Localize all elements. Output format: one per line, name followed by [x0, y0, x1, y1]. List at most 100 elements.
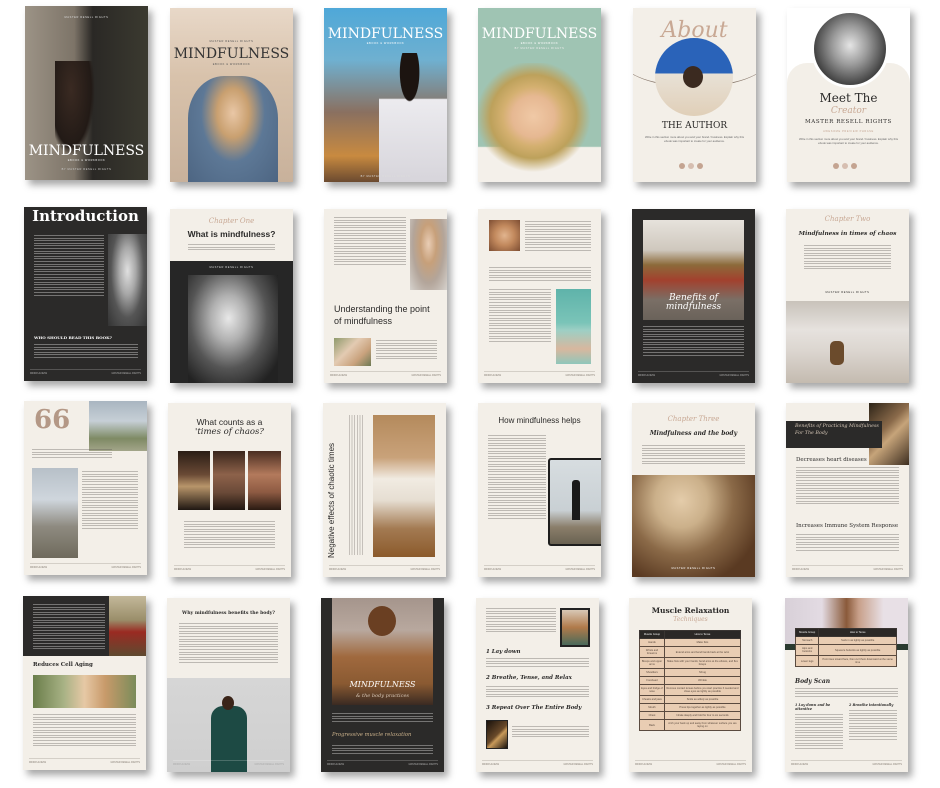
- pinterest-icon[interactable]: [851, 163, 857, 169]
- table-row: Cheeks and jaws Smile as widely as possib…: [639, 695, 742, 704]
- text-block: [795, 688, 898, 698]
- page-how-helps[interactable]: How mindfulness helps MINDFULNESS MASTER …: [478, 403, 601, 577]
- why-body-title: Why mindfulness benefits the body?: [182, 611, 275, 616]
- cell-how-to-tense: Squeeze buttocks as tightly as possible: [818, 644, 897, 656]
- twitter-icon[interactable]: [833, 163, 839, 169]
- instagram-icon[interactable]: [688, 163, 694, 169]
- page-mindfulness-text[interactable]: MINDFULNESS MASTER RESELL RIGHTS: [478, 209, 601, 383]
- cell-muscle-group: Stomach: [794, 636, 820, 645]
- banner-title: Benefits of Practicing Mindfulness For T…: [795, 424, 879, 436]
- page-footer: MINDFULNESS MASTER RESELL RIGHTS: [327, 760, 438, 766]
- photo-woman-looking-up: [410, 219, 447, 290]
- pmr-title: MINDFULNESS: [349, 680, 416, 689]
- cover-subtitle: EBOOK & WORKBOOK: [366, 42, 405, 45]
- text-block-3: [489, 289, 551, 343]
- photo-woman-fence: [32, 468, 78, 558]
- cell-how-to-tense: Inhale deeply and hold for four to six s…: [663, 711, 742, 720]
- page-cover-4[interactable]: MINDFULNESS EBOOK & WORKBOOK BY MASTER R…: [478, 8, 601, 182]
- page-muscle-relaxation[interactable]: Muscle Relaxation Techniques Muscle Grou…: [629, 598, 752, 772]
- page-about-author[interactable]: About THE AUTHOR Write in this section m…: [633, 8, 756, 182]
- page-pmr-steps[interactable]: 1 Lay down 2 Breathe, Tense, and Relax 3…: [476, 598, 599, 772]
- table-row: Eyes and bridge of nose Remove contact le…: [639, 684, 742, 696]
- text-block: [525, 221, 591, 252]
- social-icons: [679, 163, 703, 169]
- chapter-brand: MASTER RESELL RIGHTS: [209, 266, 254, 269]
- pinterest-icon[interactable]: [697, 163, 703, 169]
- body-scan-title: Body Scan: [795, 678, 831, 685]
- page-chapter-three[interactable]: Chapter Three Mindfulness and the body M…: [632, 403, 755, 577]
- negative-title: Negative effects of chaotic times: [327, 442, 336, 558]
- cell-how-to-tense: Extend arms and bend hands back at the w…: [663, 646, 742, 658]
- cell-muscle-group: Lower legs: [794, 655, 820, 667]
- page-footer: MINDFULNESS MASTER RESELL RIGHTS: [30, 369, 141, 375]
- creator-subline: AWESOME PREVIEW PHRASE: [823, 130, 874, 133]
- page-times-of-chaos[interactable]: What counts as a 'times of chaos? MINDFU…: [168, 403, 291, 577]
- table-row: Stomach Suck in as tightly as possible: [794, 636, 897, 645]
- intro-heading: WHO SHOULD READ THIS BOOK?: [34, 335, 112, 340]
- photo-arm-tattoo: [213, 451, 245, 510]
- step-1-heading: 1 Lay down: [486, 649, 521, 655]
- cell-how-to-tense: Suck in as tightly as possible: [818, 636, 897, 645]
- page-chapter-two[interactable]: Chapter Two Mindfulness in times of chao…: [786, 209, 909, 383]
- text-block: [796, 467, 899, 506]
- page-footer: MINDFULNESS MASTER RESELL RIGHTS: [791, 760, 902, 766]
- text-block: [334, 217, 406, 266]
- chapter-script: Chapter One: [208, 217, 255, 225]
- page-chapter-one[interactable]: Chapter One What is mindfulness? MASTER …: [170, 209, 293, 383]
- page-cover-2[interactable]: MASTER RESELL RIGHTS MINDFULNESS EBOOK &…: [170, 8, 293, 182]
- page-footer: MINDFULNESS MASTER RESELL RIGHTS: [638, 371, 749, 377]
- cell-muscle-group: Hands: [639, 638, 665, 647]
- step-2-heading: 2 Breathe, Tense, and Relax: [486, 675, 572, 681]
- cover-byline: BY MASTER RESELL RIGHTS: [514, 47, 565, 50]
- page-body-scan[interactable]: Muscle Group How to Tense Stomach Suck in…: [785, 598, 908, 772]
- creator-body: Write in this section more about you and…: [799, 137, 898, 145]
- cell-how-to-tense: Wrinkle: [663, 676, 742, 685]
- cell-muscle-group: Back: [639, 719, 665, 731]
- cover-photo-woman-water: [478, 63, 601, 182]
- intro-text-block: [34, 235, 104, 297]
- creator-title: Meet The: [819, 91, 878, 105]
- page-meet-creator[interactable]: Meet The Creator MASTER RESELL RIGHTS AW…: [787, 8, 910, 182]
- cell-how-to-tense: Arch your back up and away from whatever…: [663, 719, 742, 731]
- cell-muscle-group: Eyes and bridge of nose: [639, 684, 665, 696]
- text-block: [184, 521, 275, 550]
- author-circle-photo: [655, 38, 733, 116]
- cover-subtitle: EBOOK & WORKBOOK: [67, 159, 106, 162]
- cover-photo-woman-city: [379, 53, 447, 182]
- cover-byline: BY MASTER RESELL RIGHTS: [61, 168, 112, 171]
- cell-muscle-group: Mouth: [639, 703, 665, 712]
- page-body-benefits[interactable]: Benefits of Practicing Mindfulness For T…: [786, 403, 909, 577]
- page-cover-1[interactable]: MASTER RESELL RIGHTS MINDFULNESS EBOOK &…: [25, 6, 148, 180]
- instagram-icon[interactable]: [842, 163, 848, 169]
- understanding-title: Understanding the point of mindfulness: [334, 304, 430, 326]
- chaos-title-line2: 'times of chaos?: [195, 427, 264, 437]
- page-negative-effects[interactable]: Negative effects of chaotic times MINDFU…: [323, 403, 446, 577]
- page-footer: MINDFULNESS MASTER RESELL RIGHTS: [635, 760, 746, 766]
- page-benefits[interactable]: Benefits of mindfulness MINDFULNESS MASTE…: [632, 209, 755, 383]
- text-block-2: [82, 471, 138, 531]
- muscle-table: Muscle Group How to Tense Hands Make fist…: [639, 630, 742, 731]
- page-introduction[interactable]: Introduction WHO SHOULD READ THIS BOOK? …: [24, 207, 147, 381]
- page-understanding[interactable]: Understanding the point of mindfulness M…: [324, 209, 447, 383]
- body-scan-table: Muscle Group How to Tense Stomach Suck in…: [794, 628, 897, 667]
- text-block: [643, 326, 744, 357]
- cell-how-to-tense: Remove contact lenses before you start p…: [663, 684, 742, 696]
- page-quote[interactable]: 66 MINDFULNESS MASTER RESELL RIGHTS: [24, 401, 147, 575]
- text-block: [486, 608, 556, 634]
- cover-title: MINDFULNESS: [173, 46, 290, 62]
- twitter-icon[interactable]: [679, 163, 685, 169]
- intro-photo-woman-bw: [108, 234, 147, 326]
- cell-how-to-tense: Make fists: [663, 638, 742, 647]
- page-cell-aging[interactable]: Reduces Cell Aging MINDFULNESS MASTER RES…: [23, 596, 146, 770]
- page-why-body[interactable]: Why mindfulness benefits the body? MINDF…: [167, 598, 290, 772]
- photo-two-women: [334, 338, 371, 366]
- text-col-2: [849, 710, 897, 741]
- cell-muscle-group: Chest: [639, 711, 665, 720]
- page-pmr-cover[interactable]: MINDFULNESS & the body practices Progres…: [321, 598, 444, 772]
- page-cover-3[interactable]: MINDFULNESS EBOOK & WORKBOOK BY MASTER R…: [324, 8, 447, 182]
- cover-photo-smiling-woman: [188, 76, 278, 182]
- photo-neck-braid: [178, 451, 210, 510]
- chapter-script: Chapter Two: [824, 215, 871, 223]
- photo-woman-hat: [632, 475, 755, 577]
- photo-dark-food: [486, 720, 508, 749]
